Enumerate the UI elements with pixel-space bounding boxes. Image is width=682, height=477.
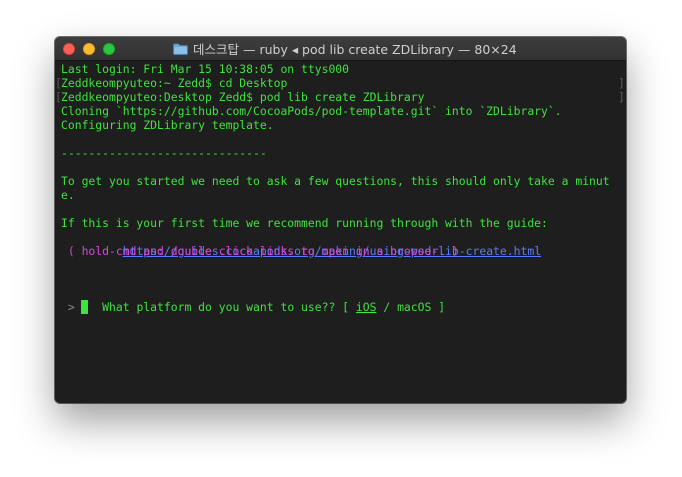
minimize-button[interactable] — [83, 43, 95, 55]
terminal-line-intro: To get you started we need to ask a few … — [61, 174, 610, 188]
platform-separator: / — [376, 300, 398, 314]
zoom-button[interactable] — [103, 43, 115, 55]
terminal-line-configuring: Configuring ZDLibrary template. — [61, 118, 274, 132]
terminal-line-pod-create: Zeddkeompyuteo:Desktop Zedd$ pod lib cre… — [61, 90, 425, 104]
terminal-line-hint: ( hold cmd and double click links to ope… — [61, 244, 459, 258]
terminal-content[interactable]: Last login: Fri Mar 15 10:38:05 on ttys0… — [55, 61, 626, 403]
terminal-line-cloning: Cloning `https://github.com/CocoaPods/po… — [61, 104, 562, 118]
platform-option-macos: macOS — [397, 300, 432, 314]
platform-question-suffix: ] — [431, 300, 446, 314]
platform-question-text: What platform do you want to use?? [ — [102, 300, 356, 314]
folder-icon — [173, 43, 188, 55]
terminal-line-separator: ------------------------------ — [61, 146, 267, 160]
title-bar[interactable]: 데스크탑 — ruby ◂ pod lib create ZDLibrary —… — [55, 37, 626, 61]
window-title: 데스크탑 — ruby ◂ pod lib create ZDLibrary —… — [173, 37, 517, 60]
terminal-line-guide-link: - https://guides.cocoapods.org/making/us… — [61, 230, 541, 258]
platform-option-ios: iOS — [355, 300, 377, 314]
terminal-line-cd: Zeddkeompyuteo:~ Zedd$ cd Desktop — [61, 76, 288, 90]
input-prompt: > — [61, 300, 82, 314]
terminal-line-guide: If this is your first time we recommend … — [61, 216, 548, 230]
terminal-line-platform-question: What platform do you want to use?? [ iOS… — [61, 286, 445, 314]
mark-bracket-right: ] — [618, 90, 625, 104]
text-cursor[interactable] — [81, 300, 88, 314]
close-button[interactable] — [63, 43, 75, 55]
window-title-text: 데스크탑 — ruby ◂ pod lib create ZDLibrary —… — [193, 42, 517, 57]
terminal-line-intro-wrap: e. — [61, 188, 75, 202]
mark-bracket-right: ] — [618, 76, 625, 90]
terminal-line-last-login: Last login: Fri Mar 15 10:38:05 on ttys0… — [61, 62, 350, 76]
terminal-window: 데스크탑 — ruby ◂ pod lib create ZDLibrary —… — [55, 37, 626, 403]
